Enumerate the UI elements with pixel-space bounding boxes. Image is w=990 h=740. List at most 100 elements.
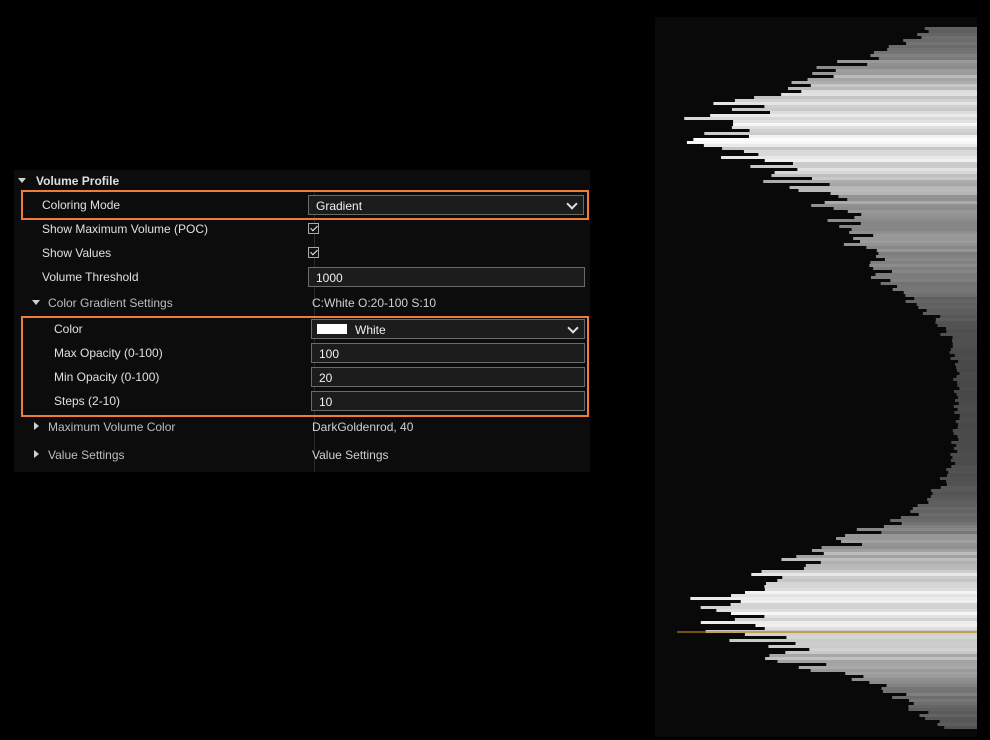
expand-caret-icon[interactable] bbox=[34, 450, 39, 458]
row-show-poc: Show Maximum Volume (POC) bbox=[14, 218, 590, 240]
poc-line bbox=[677, 631, 977, 633]
volume-bar bbox=[750, 165, 977, 168]
volume-bar bbox=[754, 96, 977, 99]
volume-bar bbox=[905, 294, 977, 297]
collapse-caret-icon[interactable] bbox=[18, 178, 26, 183]
volume-bar bbox=[734, 618, 977, 621]
volume-bar bbox=[798, 666, 977, 669]
volume-bar bbox=[939, 477, 977, 480]
expand-caret-icon[interactable] bbox=[34, 422, 39, 430]
volume-threshold-input[interactable]: 1000 bbox=[308, 267, 585, 287]
min-opacity-input[interactable]: 20 bbox=[311, 367, 585, 387]
color-gradient-label: Color Gradient Settings bbox=[48, 296, 173, 310]
volume-bar bbox=[921, 36, 977, 39]
volume-bar bbox=[789, 186, 977, 189]
section-volume-profile[interactable]: Volume Profile bbox=[14, 170, 590, 192]
volume-bar bbox=[777, 660, 977, 663]
volume-bar bbox=[951, 465, 977, 468]
color-select[interactable]: White bbox=[311, 319, 585, 339]
show-values-checkbox[interactable] bbox=[308, 247, 319, 258]
volume-bar bbox=[888, 45, 977, 48]
volume-bar bbox=[919, 714, 977, 717]
volume-bar bbox=[774, 171, 977, 174]
volume-bar bbox=[903, 291, 977, 294]
volume-bar bbox=[957, 396, 977, 399]
volume-bar bbox=[955, 462, 977, 465]
volume-bar bbox=[797, 168, 977, 171]
volume-bar bbox=[722, 147, 977, 150]
volume-bar bbox=[713, 102, 977, 105]
volume-bar bbox=[957, 384, 977, 387]
row-color: Color White bbox=[14, 318, 590, 340]
volume-profile-chart bbox=[655, 17, 977, 737]
volume-bar bbox=[812, 72, 977, 75]
volume-bar bbox=[931, 489, 977, 492]
volume-bar bbox=[823, 552, 977, 555]
volume-bar bbox=[740, 600, 977, 603]
volume-bar bbox=[952, 342, 977, 345]
volume-bar bbox=[956, 369, 977, 372]
volume-bar bbox=[748, 135, 977, 138]
volume-bar bbox=[958, 438, 977, 441]
volume-bar bbox=[693, 138, 977, 141]
volume-bar bbox=[805, 564, 977, 567]
collapse-caret-icon[interactable] bbox=[32, 300, 40, 305]
volume-bar bbox=[867, 63, 977, 66]
volume-bar bbox=[796, 555, 977, 558]
volume-bar bbox=[946, 330, 977, 333]
row-max-volume-color[interactable]: Maximum Volume Color DarkGoldenrod, 40 bbox=[14, 416, 590, 438]
volume-bar bbox=[763, 180, 977, 183]
volume-bar bbox=[928, 501, 977, 504]
volume-bar bbox=[950, 348, 977, 351]
volume-bar bbox=[777, 579, 977, 582]
volume-bar bbox=[821, 546, 977, 549]
show-values-label: Show Values bbox=[42, 246, 112, 260]
volume-bar bbox=[875, 273, 977, 276]
volume-bar bbox=[700, 606, 977, 609]
volume-bar bbox=[731, 108, 977, 111]
volume-bar bbox=[937, 324, 977, 327]
volume-bar bbox=[807, 78, 977, 81]
volume-bar bbox=[918, 306, 977, 309]
volume-bar bbox=[957, 381, 977, 384]
volume-bar bbox=[860, 222, 977, 225]
volume-bar bbox=[948, 471, 977, 474]
volume-bar bbox=[847, 198, 977, 201]
volume-bar bbox=[851, 228, 977, 231]
volume-threshold-value: 1000 bbox=[316, 271, 343, 285]
volume-bar bbox=[733, 123, 977, 126]
volume-bar bbox=[758, 153, 977, 156]
color-label: Color bbox=[54, 322, 83, 336]
steps-input[interactable]: 10 bbox=[311, 391, 585, 411]
volume-bar bbox=[944, 726, 977, 729]
volume-bar bbox=[954, 354, 977, 357]
subsection-color-gradient[interactable]: Color Gradient Settings C:White O:20-100… bbox=[14, 292, 590, 314]
volume-threshold-label: Volume Threshold bbox=[42, 270, 139, 284]
row-value-settings[interactable]: Value Settings Value Settings bbox=[14, 444, 590, 466]
row-show-values: Show Values bbox=[14, 242, 590, 264]
volume-bar bbox=[946, 474, 977, 477]
volume-bar bbox=[891, 270, 977, 273]
volume-bar bbox=[946, 483, 977, 486]
volume-bar bbox=[841, 540, 977, 543]
color-gradient-summary: C:White O:20-100 S:10 bbox=[312, 296, 437, 310]
volume-bar bbox=[957, 408, 977, 411]
volume-bar bbox=[950, 453, 977, 456]
volume-bar bbox=[811, 177, 977, 180]
volume-bar bbox=[946, 327, 977, 330]
volume-bar bbox=[782, 576, 977, 579]
volume-bar bbox=[838, 195, 977, 198]
volume-bar bbox=[684, 117, 977, 120]
coloring-mode-select[interactable]: Gradient bbox=[308, 195, 584, 215]
volume-bar bbox=[892, 696, 977, 699]
volume-bar bbox=[764, 105, 977, 108]
volume-bar bbox=[913, 702, 977, 705]
max-opacity-input[interactable]: 100 bbox=[311, 343, 585, 363]
volume-bar bbox=[912, 507, 977, 510]
volume-bar bbox=[881, 531, 977, 534]
volume-bar bbox=[928, 711, 977, 714]
show-poc-checkbox[interactable] bbox=[308, 223, 319, 234]
steps-value: 10 bbox=[319, 395, 333, 409]
volume-bar bbox=[764, 588, 977, 591]
color-value: White bbox=[355, 323, 386, 337]
